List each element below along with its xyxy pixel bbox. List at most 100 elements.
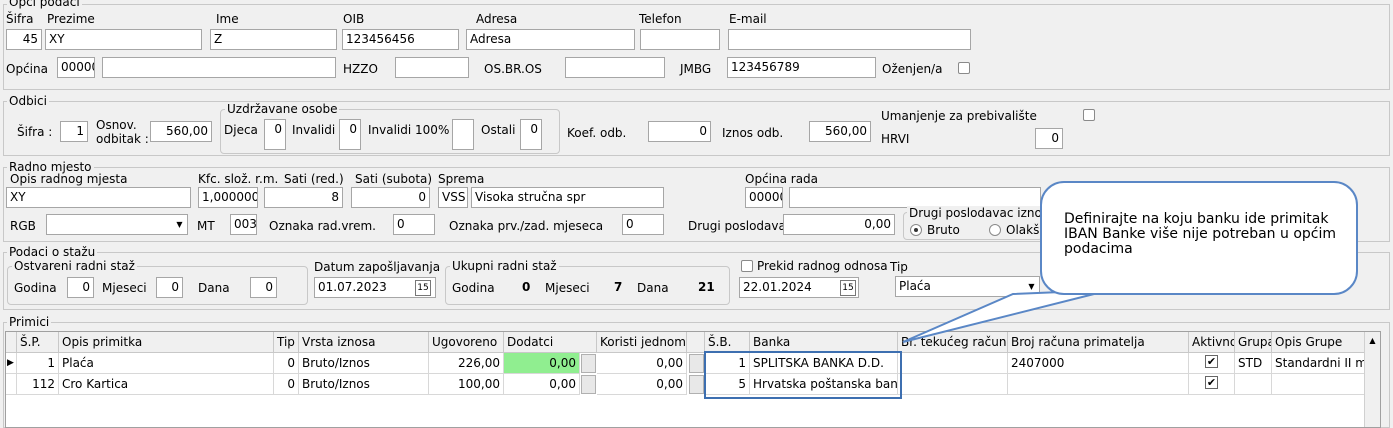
table-cell-tekuci[interactable] — [898, 353, 1008, 374]
rgb-select[interactable] — [46, 214, 188, 235]
opcina-rada-code-field[interactable]: 00000 — [745, 187, 783, 208]
osnov-odbitak-field[interactable]: 560,00 — [150, 121, 212, 142]
rgb-label: RGB — [10, 219, 36, 233]
iznos-odb-field[interactable]: 560,00 — [809, 121, 871, 142]
sifra-field[interactable]: 45 — [6, 29, 42, 50]
osbr-field[interactable] — [565, 57, 665, 78]
bruto-radio[interactable] — [910, 224, 922, 236]
table-cell-dodatci[interactable]: 0,00 — [504, 353, 580, 374]
adresa-field[interactable]: Adresa — [466, 29, 635, 50]
ozenjen-checkbox[interactable] — [958, 62, 970, 74]
table-cell-grupa[interactable] — [1235, 374, 1272, 395]
col-aktivno[interactable]: Aktivno — [1189, 332, 1235, 353]
table-row[interactable]: 112 — [17, 374, 59, 395]
koristi-button[interactable] — [689, 354, 704, 373]
sati-red-field[interactable]: 8 — [264, 187, 343, 208]
tip-label: Tip — [890, 260, 908, 274]
prekid-checkbox[interactable] — [741, 260, 753, 272]
primici-grid[interactable]: Š.P. Opis primitka Tip Vrsta iznosa Ugov… — [5, 331, 1381, 428]
hzzo-field[interactable] — [395, 57, 469, 78]
primici-legend: Primici — [7, 315, 52, 329]
opcina-rada-name-field[interactable] — [789, 187, 1041, 208]
table-cell-tip[interactable]: 0 — [274, 374, 299, 395]
oib-field[interactable]: 123456456 — [342, 29, 459, 50]
table-cell-koristi[interactable]: 0,00 — [597, 374, 687, 395]
rgb-dropdown-arrow-icon[interactable]: ▼ — [172, 215, 187, 234]
table-cell-tip[interactable]: 0 — [274, 353, 299, 374]
oznaka-rad-field[interactable]: 0 — [393, 214, 435, 235]
godina-field[interactable]: 0 — [67, 277, 94, 298]
opcina-name-field[interactable] — [102, 57, 336, 78]
odbici-sifra-label: Šifra : — [17, 125, 53, 139]
col-grupa[interactable]: Grupa — [1235, 332, 1272, 353]
uk-godina-label: Godina — [452, 281, 495, 295]
table-cell-opis[interactable]: Cro Kartica — [59, 374, 274, 395]
opcina-code-field[interactable]: 00000 — [57, 57, 95, 78]
oib-label: OIB — [343, 12, 365, 26]
invalidi-field[interactable]: 0 — [339, 119, 361, 150]
table-cell-opis-grupe[interactable]: Standardni II m — [1272, 353, 1366, 374]
table-cell-dodatci[interactable]: 0,00 — [504, 374, 580, 395]
col-dodatci[interactable]: Dodatci — [504, 332, 597, 353]
jmbg-field[interactable]: 123456789 — [727, 57, 876, 78]
table-cell-opis[interactable]: Plaća — [59, 353, 274, 374]
col-koristi[interactable]: Koristi jednom — [597, 332, 687, 353]
invalidi100-field[interactable] — [452, 119, 474, 150]
prekid-calendar-icon[interactable]: 15 — [840, 280, 856, 296]
table-cell-koristi[interactable]: 0,00 — [597, 353, 687, 374]
table-cell-grupa[interactable]: STD — [1235, 353, 1272, 374]
col-ugovoreno[interactable]: Ugovoreno — [429, 332, 504, 353]
mjeseci-field[interactable]: 0 — [156, 277, 183, 298]
prezime-field[interactable]: XY — [45, 29, 202, 50]
olaks-label: Olakš — [1006, 223, 1040, 237]
odbici-sifra-field[interactable]: 1 — [60, 121, 88, 142]
table-cell-primatelj[interactable]: 2407000 — [1008, 353, 1189, 374]
dana-field[interactable]: 0 — [250, 277, 277, 298]
sprema-code-field[interactable]: VSS — [438, 187, 468, 208]
prezime-label: Prezime — [47, 12, 95, 26]
opis-rm-field[interactable]: XY — [6, 187, 191, 208]
koristi-button[interactable] — [689, 375, 704, 394]
scroll-up-icon[interactable]: ▲ — [1366, 334, 1379, 348]
oznaka-prv-field[interactable]: 0 — [622, 214, 664, 235]
drugi-posl-field[interactable]: 0,00 — [783, 214, 895, 235]
table-cell-vrsta[interactable]: Bruto/Iznos — [299, 374, 429, 395]
mt-field[interactable]: 003 — [230, 214, 257, 235]
sprema-name-field[interactable]: Visoka stručna spr — [471, 187, 664, 208]
table-row[interactable]: 1 — [17, 353, 59, 374]
djeca-field[interactable]: 0 — [264, 119, 286, 150]
dodatci-button[interactable] — [581, 354, 596, 373]
table-cell-tekuci[interactable] — [898, 374, 1008, 395]
koef-field[interactable]: 0 — [648, 121, 711, 142]
table-cell-ugovoreno[interactable]: 226,00 — [429, 353, 504, 374]
datum-zap-calendar-icon[interactable]: 15 — [415, 280, 431, 296]
kfc-field[interactable]: 1,000000 — [198, 187, 258, 208]
grid-vertical-scrollbar[interactable]: ▲ — [1364, 332, 1380, 427]
col-vrsta[interactable]: Vrsta iznosa — [299, 332, 429, 353]
ime-field[interactable]: Z — [210, 29, 337, 50]
table-cell-primatelj[interactable] — [1008, 374, 1189, 395]
godina-label: Godina — [14, 281, 57, 295]
umanjenje-checkbox[interactable] — [1083, 109, 1095, 121]
dodatci-button[interactable] — [581, 375, 596, 394]
olaks-radio[interactable] — [989, 224, 1001, 236]
email-field[interactable] — [728, 29, 971, 50]
telefon-field[interactable] — [640, 29, 720, 50]
row-indicator-icon[interactable]: ▶ — [6, 353, 17, 374]
table-cell-opis-grupe[interactable] — [1272, 374, 1366, 395]
table-cell-ugovoreno[interactable]: 100,00 — [429, 374, 504, 395]
col-opis[interactable]: Opis primitka — [59, 332, 274, 353]
sati-sub-field[interactable]: 0 — [351, 187, 430, 208]
row-indicator[interactable] — [6, 374, 17, 395]
aktivno-checkbox[interactable]: ✔ — [1205, 355, 1218, 368]
ostali-field[interactable]: 0 — [520, 119, 542, 150]
col-tip[interactable]: Tip — [274, 332, 299, 353]
col-sb[interactable]: Š.B. — [705, 332, 750, 353]
sati-sub-label: Sati (subota) — [355, 172, 433, 186]
hrvi-field[interactable]: 0 — [1035, 128, 1063, 149]
table-cell-vrsta[interactable]: Bruto/Iznos — [299, 353, 429, 374]
col-banka[interactable]: Banka — [750, 332, 898, 353]
col-sp[interactable]: Š.P. — [17, 332, 59, 353]
aktivno-checkbox[interactable]: ✔ — [1205, 376, 1218, 389]
col-opis-grupe[interactable]: Opis Grupe — [1272, 332, 1366, 353]
